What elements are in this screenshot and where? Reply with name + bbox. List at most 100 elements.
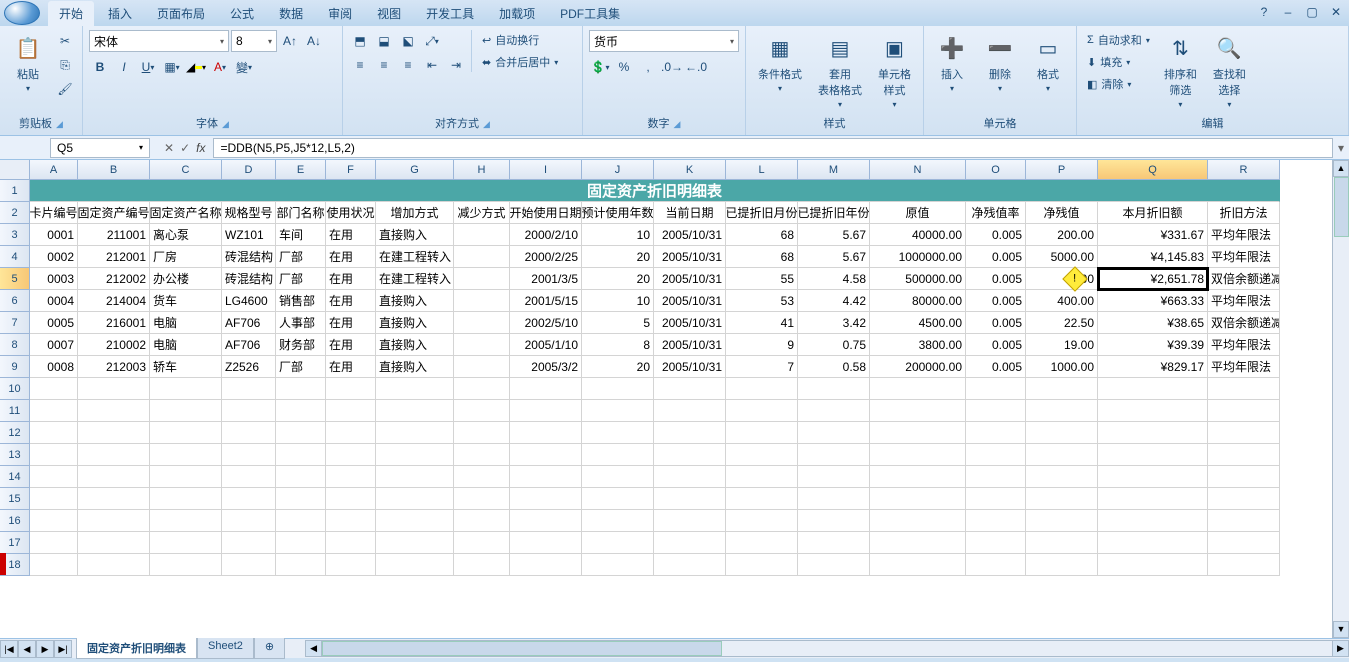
cell[interactable]: [276, 510, 326, 532]
cell[interactable]: [654, 400, 726, 422]
cell[interactable]: 211001: [78, 224, 150, 246]
merge-center-button[interactable]: ⬌合并后居中▾: [478, 52, 562, 72]
col-header-Q[interactable]: Q: [1098, 160, 1208, 180]
cell[interactable]: 2005/3/2: [510, 356, 582, 378]
cell[interactable]: 原值: [870, 202, 966, 224]
cell[interactable]: [510, 444, 582, 466]
ribbon-tab-1[interactable]: 插入: [97, 1, 143, 26]
underline-button[interactable]: U▾: [137, 56, 159, 78]
cell[interactable]: [726, 400, 798, 422]
cell[interactable]: [276, 488, 326, 510]
cell[interactable]: [726, 488, 798, 510]
cell[interactable]: 3800.00: [870, 334, 966, 356]
cell[interactable]: [870, 532, 966, 554]
cell[interactable]: [376, 554, 454, 576]
cell[interactable]: [78, 400, 150, 422]
cell[interactable]: 200000.00: [870, 356, 966, 378]
cell[interactable]: [798, 510, 870, 532]
cell[interactable]: AF706: [222, 312, 276, 334]
cell[interactable]: [454, 400, 510, 422]
cell[interactable]: 20: [582, 268, 654, 290]
cell[interactable]: 2001/3/5: [510, 268, 582, 290]
cell[interactable]: [454, 554, 510, 576]
cell[interactable]: [454, 246, 510, 268]
cell[interactable]: 0003: [30, 268, 78, 290]
cell[interactable]: [870, 422, 966, 444]
cell[interactable]: [510, 422, 582, 444]
cell[interactable]: ¥663.33: [1098, 290, 1208, 312]
cell[interactable]: [798, 532, 870, 554]
cell[interactable]: 直接购入: [376, 290, 454, 312]
cell[interactable]: [870, 400, 966, 422]
cell[interactable]: [1098, 510, 1208, 532]
cell[interactable]: 销售部: [276, 290, 326, 312]
restore-icon[interactable]: ▢: [1303, 5, 1321, 21]
format-painter-button[interactable]: 🖌: [54, 78, 76, 100]
cell[interactable]: 1000.00: [1026, 356, 1098, 378]
cell[interactable]: 19.00: [1026, 334, 1098, 356]
cell[interactable]: [582, 554, 654, 576]
cell[interactable]: [1026, 488, 1098, 510]
cell[interactable]: 直接购入: [376, 312, 454, 334]
col-header-M[interactable]: M: [798, 160, 870, 180]
cell[interactable]: ¥331.67: [1098, 224, 1208, 246]
cell[interactable]: [454, 466, 510, 488]
row-header-8[interactable]: 8: [0, 334, 30, 356]
cell[interactable]: 210002: [78, 334, 150, 356]
cell[interactable]: 216001: [78, 312, 150, 334]
horizontal-scrollbar[interactable]: ◀ ▶: [305, 640, 1349, 657]
cell[interactable]: 在用: [326, 312, 376, 334]
cell[interactable]: 0007: [30, 334, 78, 356]
cell[interactable]: [654, 554, 726, 576]
increase-decimal-button[interactable]: .0→: [661, 56, 683, 78]
cell[interactable]: 80000.00: [870, 290, 966, 312]
insert-cells-button[interactable]: ➕插入▾: [930, 30, 974, 95]
cell[interactable]: 在用: [326, 246, 376, 268]
cell[interactable]: ¥38.65: [1098, 312, 1208, 334]
cell[interactable]: 直接购入: [376, 356, 454, 378]
cell[interactable]: 厂部: [276, 356, 326, 378]
hscroll-thumb[interactable]: [322, 641, 722, 656]
cell[interactable]: 0.75: [798, 334, 870, 356]
col-header-B[interactable]: B: [78, 160, 150, 180]
col-header-E[interactable]: E: [276, 160, 326, 180]
col-header-R[interactable]: R: [1208, 160, 1280, 180]
cell[interactable]: [150, 466, 222, 488]
cell[interactable]: 已提折旧月份: [726, 202, 798, 224]
cell[interactable]: [1026, 510, 1098, 532]
cell[interactable]: [510, 510, 582, 532]
cell[interactable]: [726, 532, 798, 554]
ribbon-tab-5[interactable]: 审阅: [317, 1, 363, 26]
cell[interactable]: [510, 466, 582, 488]
cell[interactable]: [582, 532, 654, 554]
cell[interactable]: [1098, 554, 1208, 576]
cell[interactable]: [870, 554, 966, 576]
cell[interactable]: 0.005: [966, 268, 1026, 290]
cell[interactable]: [326, 466, 376, 488]
cell[interactable]: [1026, 378, 1098, 400]
cell[interactable]: 214004: [78, 290, 150, 312]
help-icon[interactable]: ?: [1255, 5, 1273, 21]
cell[interactable]: [726, 466, 798, 488]
cell[interactable]: 使用状况: [326, 202, 376, 224]
align-left-button[interactable]: ≡: [349, 54, 371, 76]
cell[interactable]: 净残值: [1026, 202, 1098, 224]
cell[interactable]: 40000.00: [870, 224, 966, 246]
cell[interactable]: [798, 444, 870, 466]
italic-button[interactable]: I: [113, 56, 135, 78]
cell[interactable]: 9: [726, 334, 798, 356]
cell[interactable]: [1208, 488, 1280, 510]
cell[interactable]: [326, 422, 376, 444]
row-header-14[interactable]: 14: [0, 466, 30, 488]
cell[interactable]: [966, 488, 1026, 510]
cell[interactable]: 212002: [78, 268, 150, 290]
cell[interactable]: 0.005: [966, 356, 1026, 378]
cell[interactable]: [654, 378, 726, 400]
font-size-combo[interactable]: 8▾: [231, 30, 277, 52]
cell[interactable]: [510, 554, 582, 576]
cell[interactable]: [454, 268, 510, 290]
row-header-12[interactable]: 12: [0, 422, 30, 444]
cell[interactable]: 直接购入: [376, 224, 454, 246]
cell[interactable]: [222, 422, 276, 444]
cell[interactable]: [326, 510, 376, 532]
